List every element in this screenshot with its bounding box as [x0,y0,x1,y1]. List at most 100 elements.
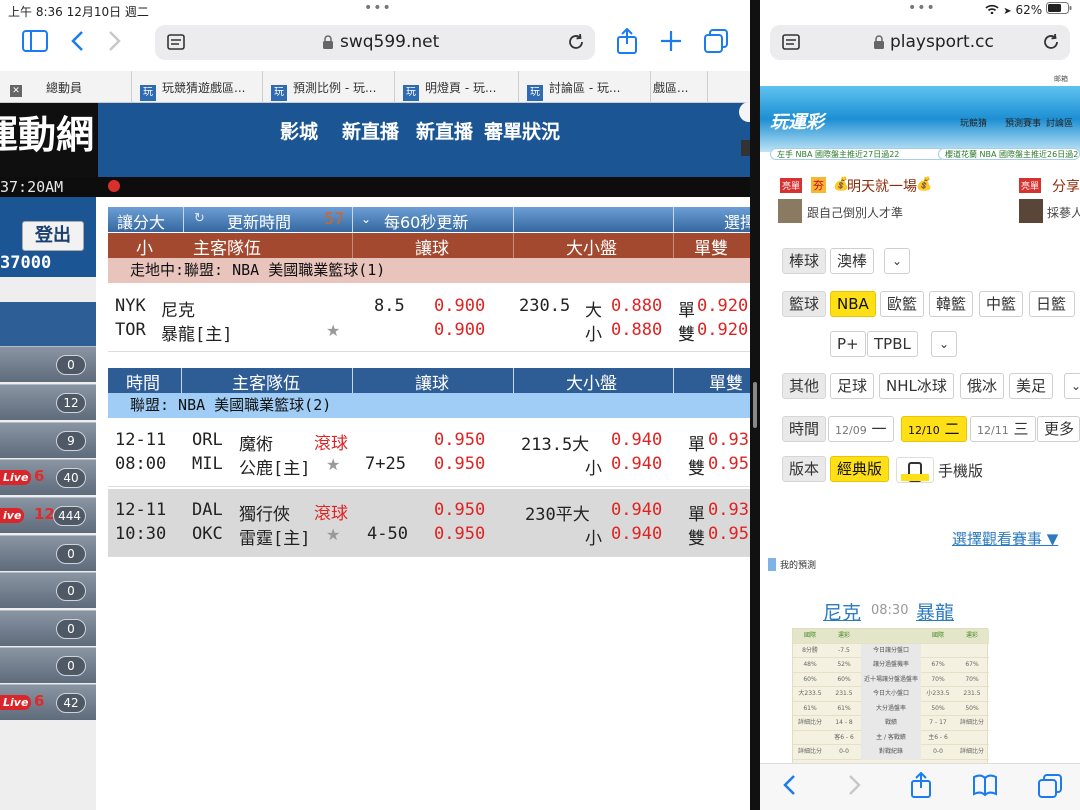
reload-icon[interactable] [567,33,585,55]
back-icon[interactable] [782,774,796,802]
handicap-mode-select[interactable]: 讓分大 [117,209,165,233]
nav-games[interactable]: 玩競猜 [960,116,987,129]
date-next[interactable]: 12/11 三 [970,416,1036,442]
tab-games[interactable]: 玩玩競猜遊戲區... [132,71,263,103]
ticker-item[interactable]: 櫻道花蘭 NBA 國際盤主推近26日過21 [938,148,1080,160]
select-event-dropdown[interactable]: 選擇觀看賽事 ▼ [952,528,1058,549]
forward-icon[interactable] [108,30,122,56]
split-view-divider[interactable] [750,0,760,810]
chevron-down-icon[interactable]: ⌄ [931,331,957,357]
sidebar-sport-item[interactable]: 0 [0,346,96,382]
handicap-odds-home[interactable]: 0.900 [434,320,485,340]
over-odds[interactable]: 0.940 [611,500,662,520]
favorite-star-icon[interactable]: ★ [326,455,340,474]
tab-mingdeng[interactable]: 玩明燈頁 - 玩... [395,71,519,103]
handicap-odds-away[interactable]: 0.900 [434,296,485,316]
sidebar-sport-item[interactable]: Live 6 42 [0,684,96,720]
address-bar[interactable]: swq599.net [155,25,595,60]
chevron-down-icon[interactable]: ⌄ [361,212,371,226]
new-tab-icon[interactable] [660,30,682,56]
sidebar-sport-item[interactable]: 0 [0,647,96,683]
filter-soccer[interactable]: 足球 [830,373,875,399]
address-bar[interactable]: playsport.cc [770,25,1070,60]
nav-cinema[interactable]: 影城 [280,117,318,144]
nav-bet-status[interactable]: 審單狀況 [484,117,560,144]
refresh-icon[interactable]: ↻ [194,211,205,226]
filter-korea-basketball[interactable]: 韓籃 [929,291,974,317]
even-odds[interactable]: 0.920 [697,320,748,340]
post-title[interactable]: 明天就一場 [847,176,917,196]
filter-tpbl[interactable]: TPBL [867,331,918,357]
mailbox-link[interactable]: 邮箱 [1054,74,1068,84]
odd-odds[interactable]: 0.93 [708,500,749,520]
filter-nba[interactable]: NBA [830,291,876,317]
nav-forum[interactable]: 討論區 [1046,116,1073,129]
filter-p-league[interactable]: P+ [830,331,866,357]
filter-japan-basketball[interactable]: 日籃 [1029,291,1075,317]
avatar[interactable] [1019,199,1043,223]
nav-predict[interactable]: 預測賽事 [1005,116,1041,129]
game-away-team[interactable]: 尼克 [823,598,861,625]
filter-nhl[interactable]: NHL冰球 [879,373,954,399]
under-odds[interactable]: 0.880 [611,320,662,340]
nav-live-1[interactable]: 新直播 [342,117,399,144]
page-menu-icon[interactable] [167,34,185,56]
sidebar-sport-item[interactable]: ive 12 444 [0,497,96,533]
chevron-down-icon[interactable]: ⌄ [884,248,910,274]
favorite-star-icon[interactable]: ★ [326,321,340,340]
handicap-odds-away[interactable]: 0.950 [434,430,485,450]
filter-khl[interactable]: 俄冰 [960,373,1005,399]
handicap-odds-home[interactable]: 0.950 [434,524,485,544]
share-icon[interactable] [910,771,932,804]
date-more-button[interactable]: 更多 [1037,416,1080,442]
odd-odds[interactable]: 0.93 [708,430,749,450]
ticker-item[interactable]: 左手 NBA 國際盤主推近27日過22 [770,148,946,160]
over-odds[interactable]: 0.940 [611,430,662,450]
refresh-interval-select[interactable]: 每60秒更新 [384,209,468,233]
under-odds[interactable]: 0.940 [611,524,662,544]
handicap-odds-home[interactable]: 0.950 [434,454,485,474]
post-title[interactable]: 分享 [1052,176,1080,196]
in-play-link[interactable]: 滾球 [314,429,348,454]
favorite-star-icon[interactable]: ★ [326,525,340,544]
chevron-down-icon[interactable]: ⌄ [1064,373,1080,399]
over-odds[interactable]: 0.880 [611,296,662,316]
close-tab-icon[interactable]: ✕ [10,85,22,97]
sidebar-sport-item[interactable]: Live 6 40 [0,459,96,495]
under-odds[interactable]: 0.940 [611,454,662,474]
sidebar-toggle-icon[interactable] [22,30,48,56]
odd-odds[interactable]: 0.920 [697,296,748,316]
mobile-version-button[interactable] [896,457,934,483]
sidebar-sport-item[interactable]: 12 [0,384,96,420]
page-menu-icon[interactable] [782,34,800,56]
divider-handle[interactable] [753,382,757,428]
filter-euro-basketball[interactable]: 歐籃 [880,291,925,317]
date-prev[interactable]: 12/09 一 [828,416,894,442]
avatar[interactable] [778,199,802,223]
version-mobile-label[interactable]: 手機版 [938,460,983,481]
tab-active[interactable]: ✕ 總動員 [0,71,132,103]
sidebar-sport-item[interactable]: 9 [0,422,96,458]
filter-nfl[interactable]: 美足 [1009,373,1054,399]
tab-prediction[interactable]: 玩預測比例 - 玩... [263,71,395,103]
multitask-dots-icon[interactable]: ••• [364,0,392,16]
version-classic[interactable]: 經典版 [830,456,890,482]
tab-forum[interactable]: 玩討論區 - 玩... [519,71,651,103]
logout-button[interactable]: 登出 [22,221,84,251]
sidebar-sport-item[interactable]: 0 [0,610,96,646]
date-current[interactable]: 12/10 二 [901,416,967,442]
site-logo[interactable]: 玩運彩 [770,108,824,134]
bookmarks-icon[interactable] [972,774,998,802]
in-play-link[interactable]: 滾球 [314,499,348,524]
tabs-overview-icon[interactable] [704,29,728,57]
handicap-odds-away[interactable]: 0.950 [434,500,485,520]
even-odds[interactable]: 0.95 [708,454,749,474]
multitask-dots-icon[interactable]: ••• [908,0,936,16]
select-button[interactable]: 選擇 [724,209,750,233]
game-home-team[interactable]: 暴龍 [916,598,954,625]
filter-aus-baseball[interactable]: 澳棒 [830,248,875,274]
share-icon[interactable] [616,27,638,58]
sidebar-sport-item[interactable]: 0 [0,572,96,608]
trash-icon[interactable] [741,140,750,156]
filter-china-basketball[interactable]: 中籃 [979,291,1024,317]
